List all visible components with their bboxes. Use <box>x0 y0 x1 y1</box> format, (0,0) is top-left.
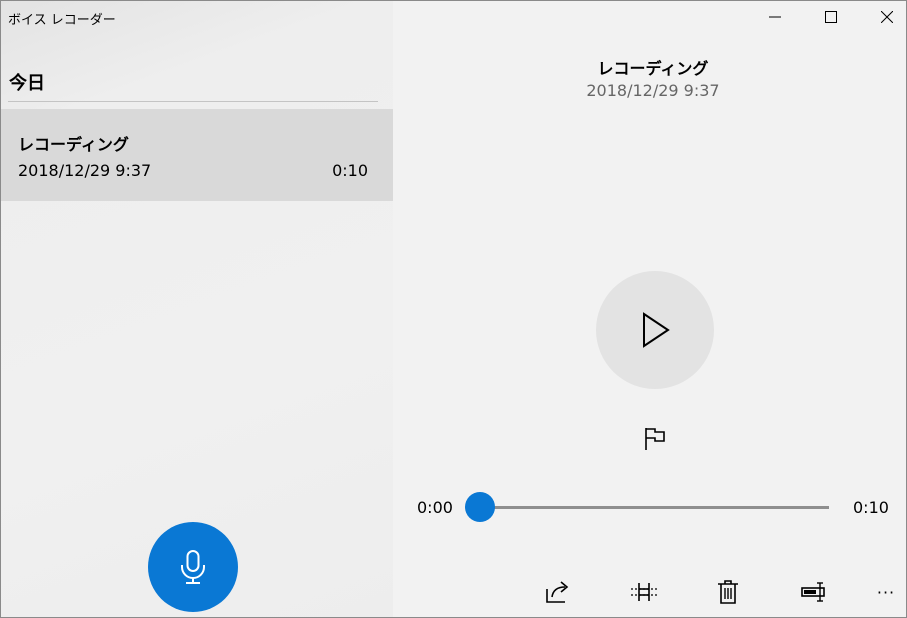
maximize-icon <box>825 11 837 23</box>
play-icon <box>643 312 670 348</box>
minimize-button[interactable] <box>750 1 800 33</box>
recording-duration: 0:10 <box>332 161 368 180</box>
rename-icon <box>801 582 825 602</box>
total-time: 0:10 <box>853 498 889 517</box>
record-button[interactable] <box>148 522 238 612</box>
section-divider <box>8 101 378 102</box>
share-icon <box>546 581 569 603</box>
trash-icon <box>718 580 738 604</box>
recording-timestamp: 2018/12/29 9:37 <box>586 81 720 100</box>
more-icon: ··· <box>876 582 896 602</box>
microphone-icon <box>181 550 205 584</box>
close-button[interactable] <box>862 1 906 33</box>
section-header-today: 今日 <box>9 73 45 94</box>
app-window: ボイス レコーダー 今日 レコーディング 2018/12/29 9:37 0:1… <box>0 0 907 618</box>
more-options-button[interactable]: ··· <box>869 575 903 609</box>
close-icon <box>881 11 893 23</box>
maximize-button[interactable] <box>806 1 856 33</box>
recording-title: レコーディング <box>597 59 709 78</box>
playback-pane: レコーディング 2018/12/29 9:37 0:00 0:10 ··· <box>393 1 906 617</box>
share-button[interactable] <box>541 575 575 609</box>
recordings-pane: ボイス レコーダー 今日 レコーディング 2018/12/29 9:37 0:1… <box>1 1 393 617</box>
play-button[interactable] <box>596 271 714 389</box>
playback-slider-track[interactable] <box>480 506 829 509</box>
trim-button[interactable] <box>627 575 661 609</box>
delete-button[interactable] <box>711 575 745 609</box>
flag-icon <box>645 428 665 450</box>
minimize-icon <box>769 16 781 18</box>
playback-slider-thumb[interactable] <box>465 492 495 522</box>
elapsed-time: 0:00 <box>417 498 453 517</box>
app-title: ボイス レコーダー <box>8 13 116 28</box>
recording-date: 2018/12/29 9:37 <box>18 161 152 180</box>
recording-list-item[interactable]: レコーディング 2018/12/29 9:37 0:10 <box>1 109 393 201</box>
trim-icon <box>631 583 657 601</box>
add-marker-button[interactable] <box>641 425 669 453</box>
rename-button[interactable] <box>797 575 831 609</box>
recording-name: レコーディング <box>18 135 129 154</box>
